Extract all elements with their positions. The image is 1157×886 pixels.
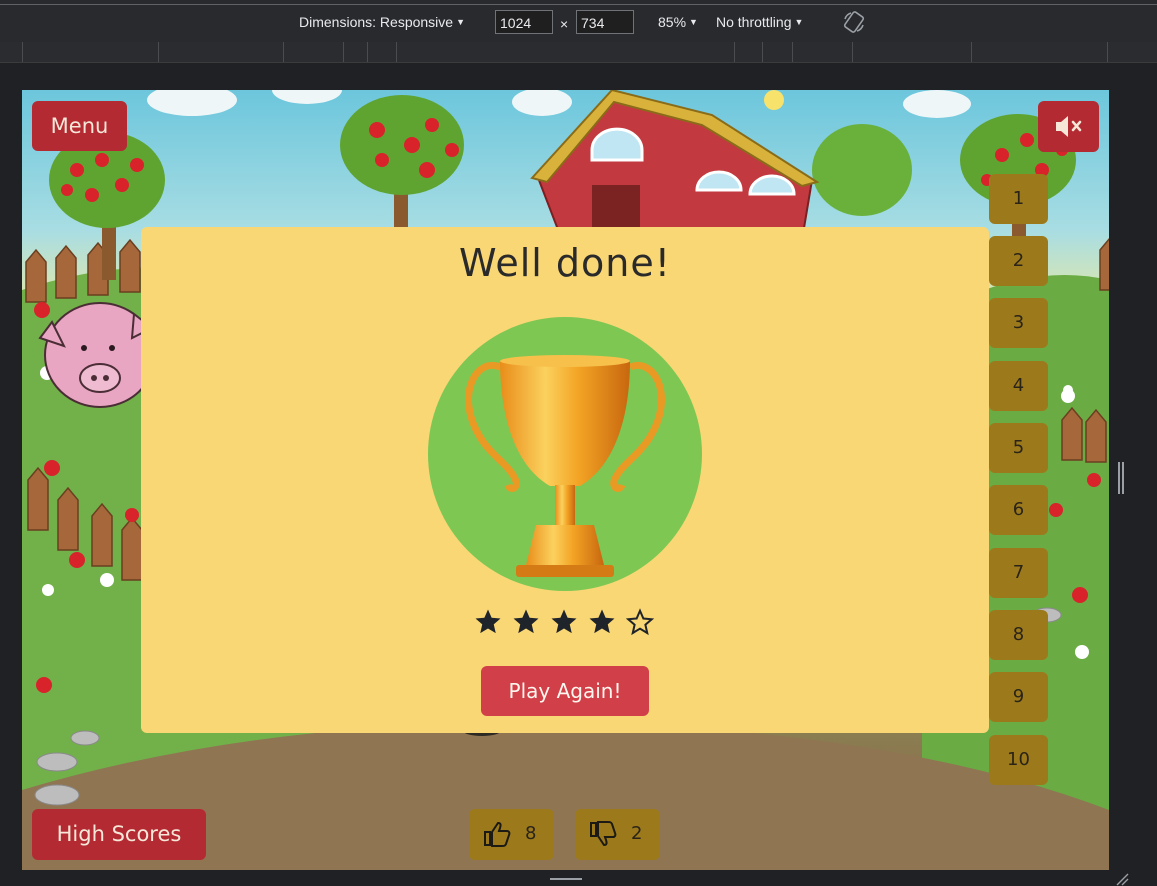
- like-button[interactable]: 8: [469, 809, 554, 860]
- star-filled-icon: [475, 609, 501, 634]
- level-complete-modal: Well done! Play Again!: [141, 227, 989, 733]
- star-filled-icon: [589, 609, 615, 634]
- caret-down-icon: ▼: [456, 17, 465, 27]
- viewport-bottom-resize-handle[interactable]: [550, 878, 582, 884]
- media-query-ruler: [0, 42, 1157, 63]
- dimensions-label: Dimensions: Responsive: [299, 14, 454, 30]
- play-again-button[interactable]: Play Again!: [481, 666, 649, 716]
- like-count: 8: [525, 823, 537, 844]
- zoom-dropdown[interactable]: 85% ▼: [658, 14, 698, 30]
- menu-button[interactable]: Menu: [32, 101, 127, 151]
- dislike-button[interactable]: 2: [575, 809, 660, 860]
- dimensions-dropdown[interactable]: Dimensions: Responsive ▼: [299, 14, 465, 30]
- caret-down-icon: ▼: [689, 17, 698, 27]
- speaker-muted-icon: [1056, 116, 1082, 137]
- viewport-resize-handle[interactable]: [1118, 462, 1124, 494]
- thumbs-up-icon: [484, 821, 511, 847]
- dislike-count: 2: [631, 823, 643, 844]
- level-1-button[interactable]: 1: [989, 174, 1048, 224]
- level-2-button[interactable]: 2: [989, 236, 1048, 286]
- level-3-button[interactable]: 3: [989, 298, 1048, 348]
- trophy-badge: [428, 317, 702, 591]
- corner-resize-grip-icon[interactable]: [1115, 872, 1129, 886]
- level-4-button[interactable]: 4: [989, 361, 1048, 411]
- level-8-button[interactable]: 8: [989, 610, 1048, 660]
- width-input[interactable]: 1024: [495, 10, 553, 34]
- thumbs-down-icon: [590, 821, 617, 847]
- height-input[interactable]: 734: [576, 10, 634, 34]
- level-5-button[interactable]: 5: [989, 423, 1048, 473]
- zoom-label: 85%: [658, 14, 687, 30]
- throttling-dropdown[interactable]: No throttling ▼: [716, 14, 803, 30]
- level-6-button[interactable]: 6: [989, 485, 1048, 535]
- level-10-button[interactable]: 10: [989, 735, 1048, 785]
- star-filled-icon: [513, 609, 539, 634]
- level-7-button[interactable]: 7: [989, 548, 1048, 598]
- caret-down-icon: ▼: [794, 17, 804, 27]
- modal-title: Well done!: [459, 241, 671, 285]
- star-filled-icon: [551, 609, 577, 634]
- rotate-device-icon[interactable]: [842, 10, 866, 34]
- devtools-toolbar: Dimensions: Responsive ▼ 1024 × 734 85% ▼ …: [0, 0, 1157, 43]
- star-rating: [473, 607, 657, 641]
- trophy-icon: [465, 355, 665, 577]
- level-9-button[interactable]: 9: [989, 672, 1048, 722]
- throttling-label: No throttling: [716, 14, 792, 30]
- toolbar-divider: [0, 4, 1157, 5]
- high-scores-button[interactable]: High Scores: [32, 809, 206, 860]
- mute-button[interactable]: [1038, 101, 1099, 152]
- times-sign: ×: [560, 16, 569, 32]
- star-empty-icon: [625, 608, 655, 636]
